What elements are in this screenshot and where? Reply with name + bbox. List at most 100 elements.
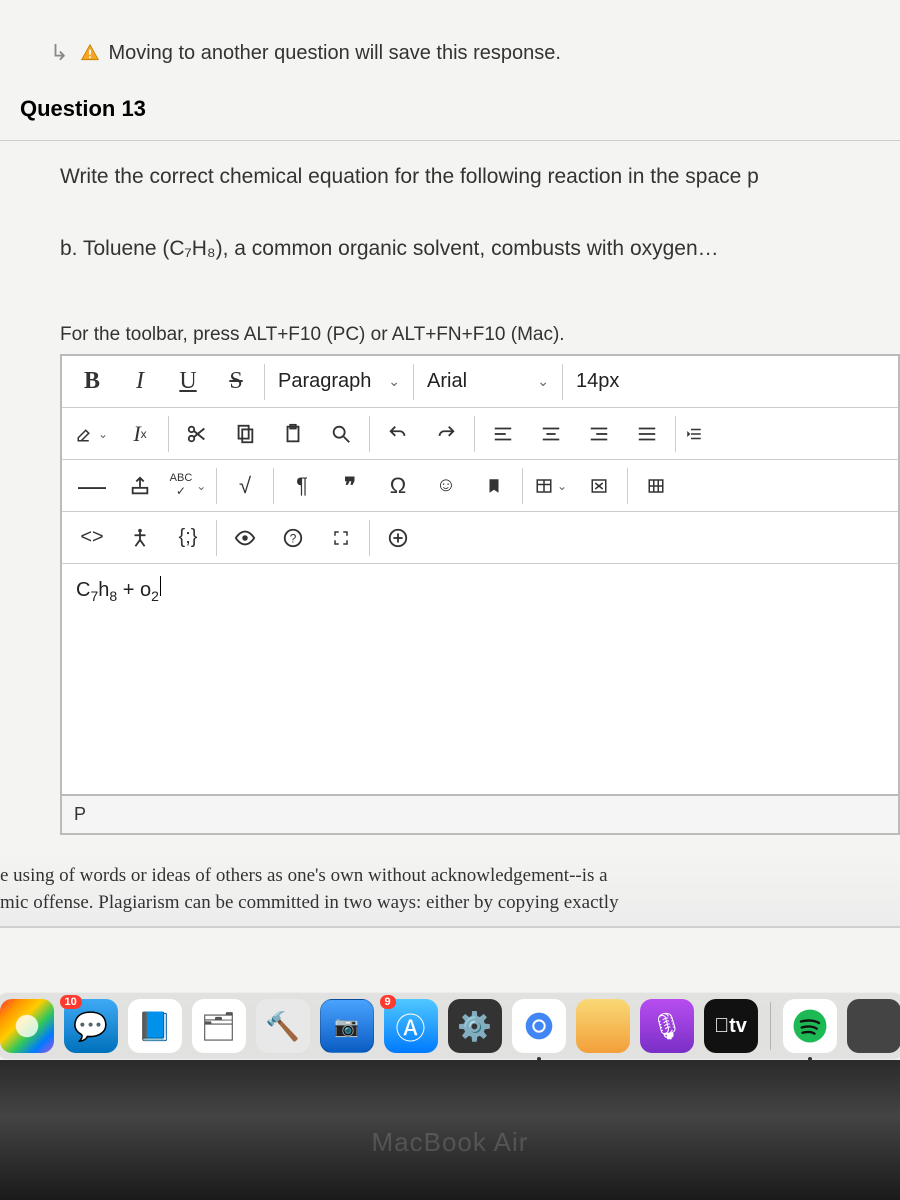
insert-table-button[interactable]: ⌄ — [531, 466, 571, 506]
help-button[interactable]: ? — [273, 518, 313, 558]
align-center-icon — [540, 423, 562, 445]
bookmark-icon — [485, 477, 503, 495]
math-equation-button[interactable]: √ — [225, 466, 265, 506]
align-center-button[interactable] — [531, 414, 571, 454]
accessibility-checker-button[interactable] — [120, 518, 160, 558]
element-path[interactable]: P — [74, 804, 86, 824]
separator — [474, 416, 475, 452]
editor-status-bar: P — [60, 796, 900, 835]
question-prompt: Write the correct chemical equation for … — [60, 161, 880, 193]
font-family-label: Arial — [427, 370, 467, 393]
block-format-label: Paragraph — [278, 370, 371, 393]
bold-button[interactable]: B — [72, 362, 112, 402]
clear-formatting-button[interactable]: Ix — [120, 414, 160, 454]
badge-icon: 10 — [60, 995, 82, 1009]
anchor-button[interactable] — [474, 466, 514, 506]
separator — [216, 520, 217, 556]
blockquote-button[interactable]: ❞ — [330, 466, 370, 506]
toolbar-row-4: <> {;} ? — [62, 512, 898, 564]
dock-app4[interactable]: 📷 — [320, 999, 374, 1053]
font-size-select[interactable]: 14px — [567, 362, 667, 402]
dock-app2[interactable]: 🗂 — [192, 999, 246, 1053]
dock-appletv[interactable]: tv — [704, 999, 758, 1053]
separator — [522, 468, 523, 504]
special-character-button[interactable]: Ω — [378, 466, 418, 506]
highlight-color-button[interactable]: ⌄ — [72, 414, 112, 454]
rich-text-editor: B I U S Paragraph ⌄ Arial ⌄ 14px ⌄ — [60, 354, 900, 796]
dock-app1[interactable]: 📘 — [128, 999, 182, 1053]
show-more-button[interactable] — [378, 518, 418, 558]
chevron-down-icon: ⌄ — [388, 373, 400, 390]
separator — [216, 468, 217, 504]
question-line-b: b. Toluene (C₇H₈), a common organic solv… — [60, 233, 880, 265]
strikethrough-button[interactable]: S — [216, 362, 256, 402]
horizontal-rule-button[interactable]: — — [72, 466, 112, 506]
dock-podcasts[interactable]: 🎙 — [640, 999, 694, 1053]
help-icon: ? — [282, 527, 304, 549]
dock-separator — [770, 1002, 771, 1050]
chrome-icon — [523, 1010, 555, 1042]
dock-app5[interactable] — [576, 999, 630, 1053]
chevron-down-icon: ⌄ — [537, 373, 549, 390]
insert-file-button[interactable] — [120, 466, 160, 506]
delete-table-button[interactable] — [579, 466, 619, 506]
editor-content-area[interactable]: C7h8 + o2 — [62, 564, 898, 794]
dock-chrome[interactable] — [512, 999, 566, 1053]
align-justify-button[interactable] — [627, 414, 667, 454]
app-icon: 🗂 — [201, 1010, 237, 1043]
undo-button[interactable] — [378, 414, 418, 454]
code-sample-button[interactable]: {;} — [168, 518, 208, 558]
editor-text: C7h8 + o2 — [76, 579, 159, 601]
search-icon — [330, 423, 352, 445]
hardware-label: MacBook Air — [0, 1127, 900, 1158]
find-replace-button[interactable] — [321, 414, 361, 454]
badge-icon: 9 — [380, 995, 396, 1009]
dock-app3[interactable]: 🔨 — [256, 999, 310, 1053]
separator — [168, 416, 169, 452]
paste-button[interactable] — [273, 414, 313, 454]
toolbar-row-3: — ABC✓ ⌄ √ ¶ ❞ Ω ☺ ⌄ — [62, 460, 898, 512]
fullscreen-icon — [332, 529, 350, 547]
emoticons-button[interactable]: ☺ — [426, 466, 466, 506]
dock-appstore[interactable]: 9 Ⓐ — [384, 999, 438, 1053]
table-delete-icon — [590, 477, 608, 495]
block-format-select[interactable]: Paragraph ⌄ — [269, 362, 409, 402]
separator — [264, 364, 265, 400]
dock-photos[interactable] — [0, 999, 54, 1053]
dock-messages[interactable]: 10 💬 — [64, 999, 118, 1053]
gear-icon: ⚙️ — [457, 1010, 492, 1043]
italic-button[interactable]: I — [120, 362, 160, 402]
indent-button[interactable] — [684, 414, 704, 454]
redo-icon — [435, 423, 457, 445]
separator — [675, 416, 676, 452]
plagiarism-line1: e using of words or ideas of others as o… — [0, 863, 900, 890]
copy-button[interactable] — [225, 414, 265, 454]
show-blocks-button[interactable]: ¶ — [282, 466, 322, 506]
table-properties-button[interactable] — [636, 466, 676, 506]
align-left-icon — [492, 423, 514, 445]
preview-button[interactable] — [225, 518, 265, 558]
spellcheck-button[interactable]: ABC✓ ⌄ — [168, 466, 208, 506]
toolbar-row-2: ⌄ Ix — [62, 408, 898, 460]
dock-settings[interactable]: ⚙️ — [448, 999, 502, 1053]
warning-icon — [80, 43, 100, 63]
redo-button[interactable] — [426, 414, 466, 454]
underline-button[interactable]: U — [168, 362, 208, 402]
align-right-button[interactable] — [579, 414, 619, 454]
table-icon — [535, 477, 553, 495]
align-left-button[interactable] — [483, 414, 523, 454]
fullscreen-button[interactable] — [321, 518, 361, 558]
copy-icon — [234, 423, 256, 445]
separator — [369, 416, 370, 452]
dock-spotify[interactable] — [783, 999, 837, 1053]
dock-item-last[interactable] — [847, 999, 900, 1053]
question-header: Question 13 — [0, 86, 900, 141]
source-code-button[interactable]: <> — [72, 518, 112, 558]
chevron-down-icon: ⌄ — [557, 479, 567, 493]
table-grid-icon — [647, 477, 665, 495]
auto-save-notice: ↳ Moving to another question will save t… — [0, 0, 900, 86]
chevron-down-icon: ⌄ — [196, 479, 206, 493]
accessibility-icon — [129, 527, 151, 549]
font-family-select[interactable]: Arial ⌄ — [418, 362, 558, 402]
cut-button[interactable] — [177, 414, 217, 454]
